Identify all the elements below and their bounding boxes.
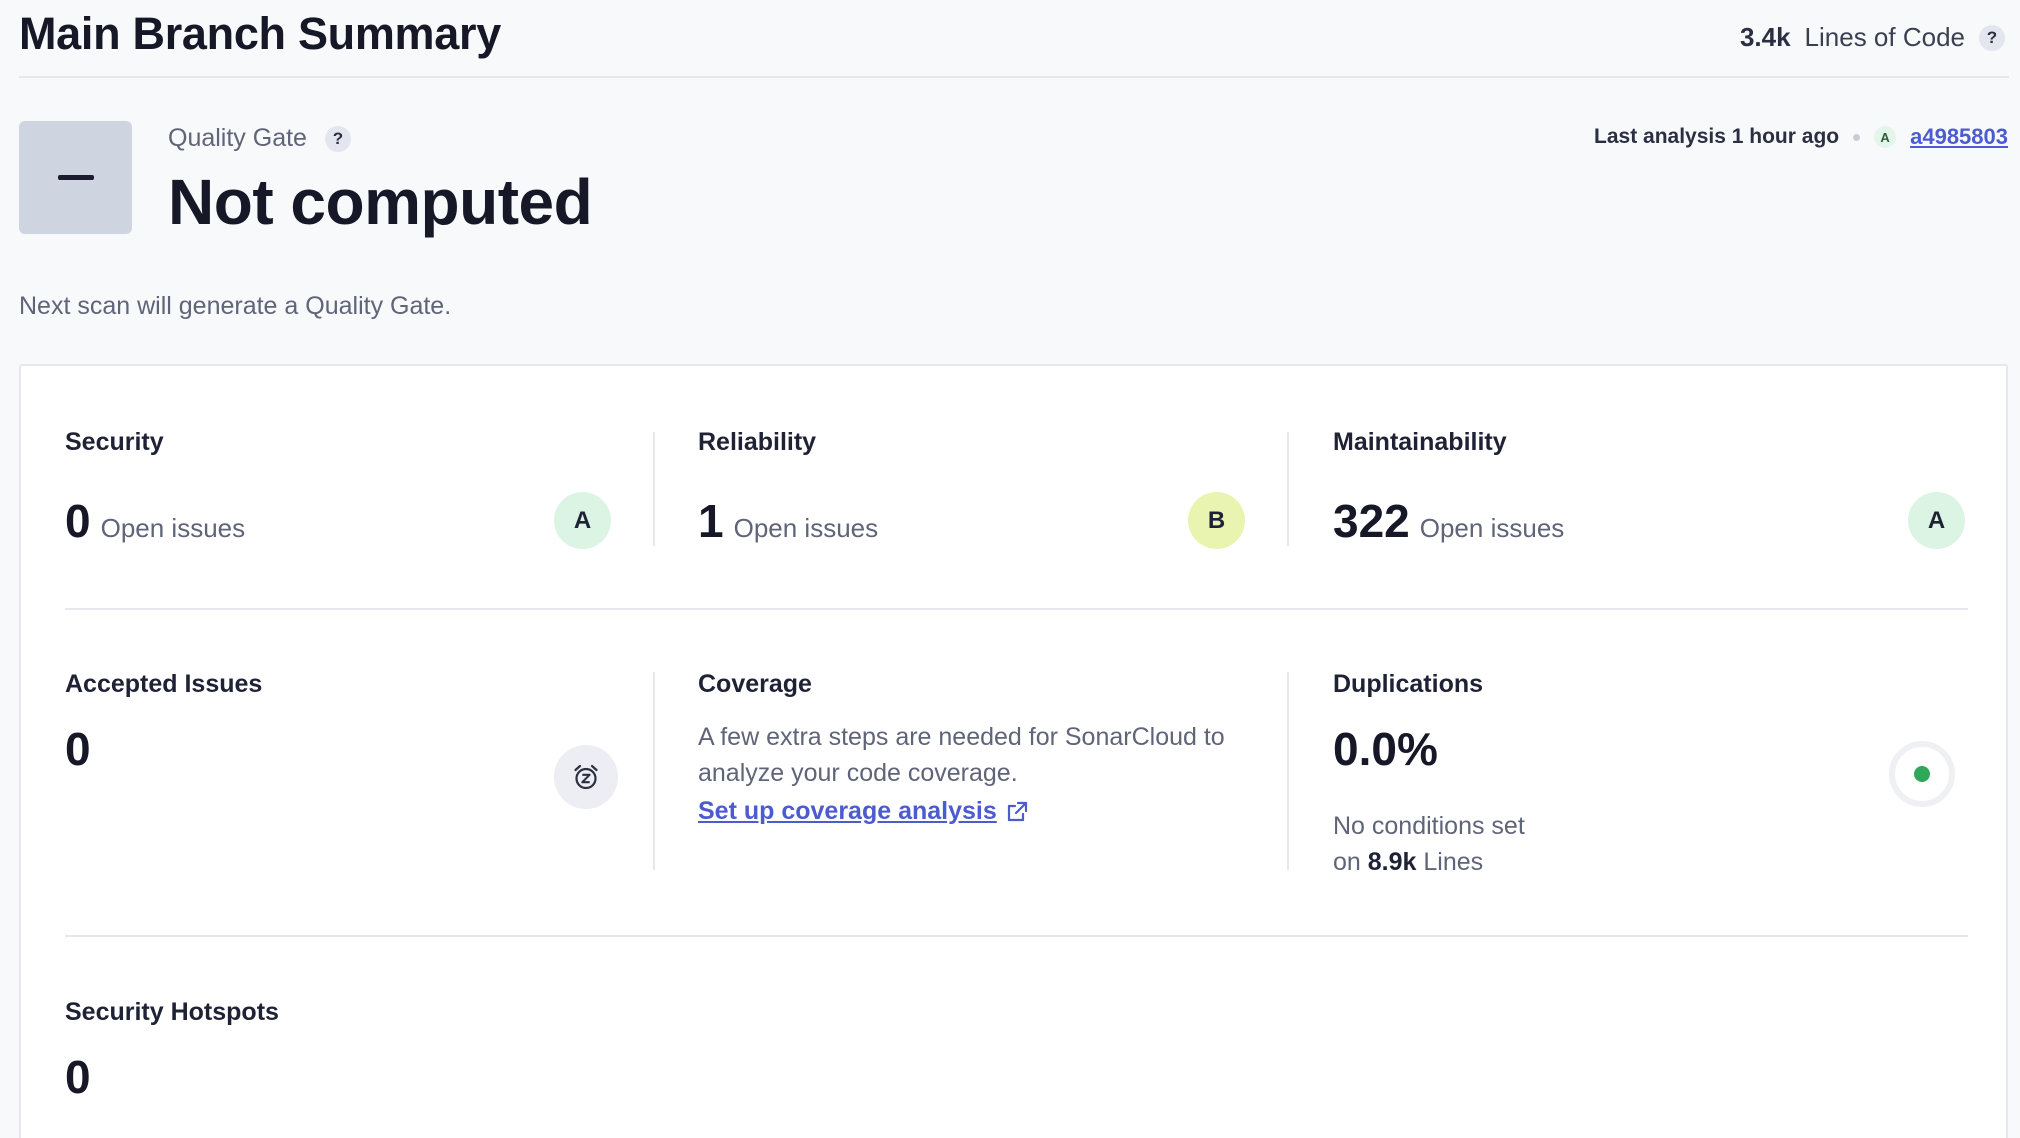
divider <box>653 432 655 546</box>
accepted-issues-count[interactable]: 0 <box>65 722 91 776</box>
quality-gate-label: Quality Gate <box>168 124 307 152</box>
maintainability-issues-label: Open issues <box>1419 513 1565 543</box>
quality-gate-help-icon[interactable]: ? <box>324 125 351 152</box>
row-divider <box>65 935 1968 937</box>
quality-gate-status: Not computed <box>168 166 593 238</box>
duplications-indicator-icon <box>1889 741 1955 807</box>
maintainability-rating-badge[interactable]: A <box>1908 492 1965 549</box>
page-title: Main Branch Summary <box>19 8 501 59</box>
security-issues[interactable]: 0 Open issues <box>65 494 245 548</box>
lines-of-code-label: Lines of Code <box>1804 22 1965 52</box>
security-issues-count[interactable]: 0 <box>65 494 91 548</box>
duplications-note: No conditions set on 8.9k Lines <box>1333 808 1525 880</box>
reliability-metric[interactable]: Reliability <box>698 428 816 457</box>
divider <box>1287 672 1289 870</box>
duplications-dot <box>1914 766 1930 782</box>
quality-gate-status-box <box>19 121 132 234</box>
next-scan-message: Next scan will generate a Quality Gate. <box>19 292 452 320</box>
duplications-lines-value: 8.9k <box>1367 848 1417 876</box>
reliability-issues-label: Open issues <box>733 513 879 543</box>
alarm-snooze-icon <box>554 745 618 809</box>
duplications-note-suffix: Lines <box>1423 848 1484 876</box>
quality-gate-label-row: Quality Gate ? <box>168 124 351 153</box>
metrics-card: Security 0 Open issues A Reliability 1 O… <box>19 364 2008 1138</box>
last-analysis: Last analysis 1 hour ago A a4985803 <box>1594 124 2008 150</box>
divider <box>1287 432 1289 546</box>
reliability-issues[interactable]: 1 Open issues <box>698 494 878 548</box>
commit-link[interactable]: a4985803 <box>1910 124 2008 150</box>
main-branch-summary-page: Main Branch Summary 3.4k Lines of Code ?… <box>0 0 2020 1138</box>
row-divider <box>65 608 1968 610</box>
accepted-issues-title: Accepted Issues <box>65 670 263 698</box>
reliability-rating-badge[interactable]: B <box>1188 492 1245 549</box>
maintainability-metric[interactable]: Maintainability <box>1333 428 1507 457</box>
setup-coverage-link-label: Set up coverage analysis <box>698 797 997 825</box>
summary-header: Main Branch Summary 3.4k Lines of Code ? <box>19 0 2009 78</box>
dash-icon <box>57 175 94 180</box>
security-hotspots-title: Security Hotspots <box>65 998 279 1026</box>
security-metric[interactable]: Security <box>65 428 164 457</box>
duplications-note-line1: No conditions set <box>1333 812 1525 840</box>
divider <box>653 672 655 870</box>
accepted-issues-metric[interactable]: Accepted Issues <box>65 670 262 699</box>
lines-of-code: 3.4k Lines of Code ? <box>1740 22 2005 53</box>
duplications-value[interactable]: 0.0% <box>1333 722 1438 776</box>
reliability-title: Reliability <box>698 428 817 456</box>
duplications-note-line2: on 8.9k Lines <box>1333 844 1525 880</box>
coverage-description: A few extra steps are needed for SonarCl… <box>698 723 1225 787</box>
separator-dot <box>1853 133 1861 141</box>
maintainability-title: Maintainability <box>1333 428 1507 456</box>
last-analysis-text: Last analysis 1 hour ago <box>1594 125 1840 148</box>
coverage-metric: Coverage A few extra steps are needed fo… <box>698 670 1258 826</box>
author-avatar: A <box>1874 126 1897 148</box>
maintainability-issues-count[interactable]: 322 <box>1333 494 1410 548</box>
lines-of-code-value: 3.4k <box>1739 22 1791 52</box>
external-link-icon <box>1007 801 1027 821</box>
security-hotspots-metric[interactable]: Security Hotspots <box>65 998 279 1027</box>
reliability-issues-count[interactable]: 1 <box>698 494 724 548</box>
duplications-note-prefix: on <box>1333 848 1361 876</box>
help-icon[interactable]: ? <box>1979 24 2005 51</box>
setup-coverage-link[interactable]: Set up coverage analysis <box>698 797 1029 826</box>
security-title: Security <box>65 428 164 456</box>
security-issues-label: Open issues <box>100 513 246 543</box>
duplications-metric[interactable]: Duplications <box>1333 670 1483 699</box>
maintainability-issues[interactable]: 322 Open issues <box>1333 494 1564 548</box>
duplications-title: Duplications <box>1333 670 1484 698</box>
security-rating-badge[interactable]: A <box>554 492 611 549</box>
security-hotspots-count[interactable]: 0 <box>65 1050 91 1104</box>
coverage-title: Coverage <box>698 670 812 698</box>
